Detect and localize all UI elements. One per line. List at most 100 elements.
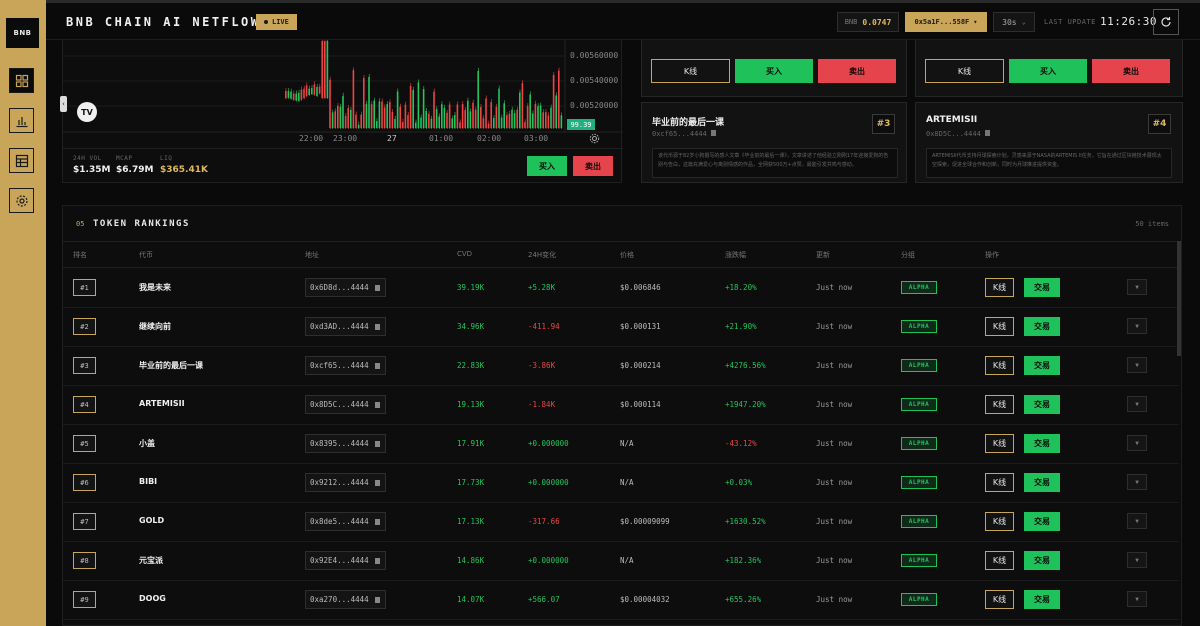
candle-body: [433, 91, 435, 128]
trade-button[interactable]: 交易: [1024, 551, 1060, 570]
token-name[interactable]: 小盖: [139, 438, 155, 449]
expand-row-button[interactable]: ▼: [1127, 513, 1147, 529]
expand-row-button[interactable]: ▼: [1127, 357, 1147, 373]
table-row[interactable]: #6 BIBI 0x9212...4444 17.73K +0.000000 N…: [63, 464, 1179, 503]
table-row[interactable]: #2 继续向前 0xd3AD...4444 34.96K -411.94 $0.…: [63, 308, 1179, 347]
card-sell-button[interactable]: 卖出: [818, 59, 896, 83]
scrollbar[interactable]: [1177, 241, 1181, 356]
candle-body: [417, 82, 420, 128]
refresh-button[interactable]: [1153, 9, 1179, 35]
updated-time: Just now: [816, 595, 853, 604]
trade-button[interactable]: 交易: [1024, 434, 1060, 453]
kline-button[interactable]: K线: [985, 395, 1014, 414]
copy-icon[interactable]: [375, 284, 380, 291]
copy-icon[interactable]: [375, 401, 380, 408]
table-row[interactable]: #5 小盖 0x8395...4444 17.91K +0.000000 N/A…: [63, 425, 1179, 464]
change-24h-value: +566.07: [528, 595, 560, 604]
copy-icon[interactable]: [375, 362, 380, 369]
token-name[interactable]: BIBI: [139, 477, 157, 486]
card-k-button[interactable]: K线: [651, 59, 730, 83]
candle-body: [532, 113, 534, 128]
candle-body: [370, 104, 373, 128]
card-k-button[interactable]: K线: [925, 59, 1004, 83]
chart-settings-icon[interactable]: [589, 133, 600, 144]
token-address[interactable]: 0xa270...4444: [305, 590, 386, 609]
cvd-value: 17.73K: [457, 478, 485, 487]
candle-body: [425, 111, 427, 128]
token-address[interactable]: 0xd3AD...4444: [305, 317, 386, 336]
sidebar-item-settings[interactable]: [9, 188, 34, 213]
expand-row-button[interactable]: ▼: [1127, 474, 1147, 490]
token-name[interactable]: 毕业前的最后一课: [139, 360, 203, 371]
sidebar-item-table[interactable]: [9, 148, 34, 173]
expand-row-button[interactable]: ▼: [1127, 552, 1147, 568]
expand-row-button[interactable]: ▼: [1127, 396, 1147, 412]
table-row[interactable]: #3 毕业前的最后一课 0xcf65...4444 22.83K -3.86K …: [63, 347, 1179, 386]
trade-button[interactable]: 交易: [1024, 278, 1060, 297]
token-address[interactable]: 0x8395...4444: [305, 434, 386, 453]
trade-button[interactable]: 交易: [1024, 395, 1060, 414]
chevron-down-icon: ▼: [1135, 283, 1139, 291]
token-address[interactable]: 0x9212...4444: [305, 473, 386, 492]
kline-button[interactable]: K线: [985, 356, 1014, 375]
token-address[interactable]: 0x8de5...4444: [305, 512, 386, 531]
token-address[interactable]: 0x92E4...4444: [305, 551, 386, 570]
copy-icon[interactable]: [375, 557, 380, 564]
token-card[interactable]: 毕业前的最后一课 0xcf65...4444 #3 该代币源于82岁小狗摄写的感…: [641, 102, 907, 183]
token-name[interactable]: 继续向前: [139, 321, 171, 332]
token-name[interactable]: 我是未来: [139, 282, 171, 293]
trade-button[interactable]: 交易: [1024, 473, 1060, 492]
kline-button[interactable]: K线: [985, 551, 1014, 570]
updated-time: Just now: [816, 478, 853, 487]
token-name[interactable]: 元宝派: [139, 555, 163, 566]
kline-button[interactable]: K线: [985, 317, 1014, 336]
token-name[interactable]: DOOG: [139, 594, 166, 603]
kline-button[interactable]: K线: [985, 473, 1014, 492]
sidebar-item-dashboard[interactable]: [9, 68, 34, 93]
sidebar-item-analytics[interactable]: [9, 108, 34, 133]
copy-icon[interactable]: [375, 440, 380, 447]
trade-button[interactable]: 交易: [1024, 356, 1060, 375]
trade-button[interactable]: 交易: [1024, 590, 1060, 609]
copy-icon[interactable]: [375, 479, 380, 486]
kline-button[interactable]: K线: [985, 590, 1014, 609]
token-card[interactable]: ARTEMISII 0x8D5C...4444 #4 ARTEMISII代币支持…: [915, 102, 1183, 183]
copy-icon[interactable]: [375, 518, 380, 525]
card-buy-button[interactable]: 买入: [1009, 59, 1087, 83]
copy-icon[interactable]: [375, 596, 380, 603]
app-logo[interactable]: BNB: [6, 18, 39, 48]
table-row[interactable]: #4 ARTEMISII 0x8D5C...4444 19.13K -1.84K…: [63, 386, 1179, 425]
trade-button[interactable]: 交易: [1024, 317, 1060, 336]
table-row[interactable]: #8 元宝派 0x92E4...4444 14.86K +0.000000 N/…: [63, 542, 1179, 581]
expand-row-button[interactable]: ▼: [1127, 318, 1147, 334]
refresh-interval-select[interactable]: 30s ⌄: [993, 12, 1035, 32]
trade-button[interactable]: 交易: [1024, 512, 1060, 531]
candlestick-chart[interactable]: [63, 40, 623, 148]
card-sell-button[interactable]: 卖出: [1092, 59, 1170, 83]
copy-icon[interactable]: [711, 130, 717, 136]
table-row[interactable]: #7 GOLD 0x8de5...4444 17.13K -317.66 $0.…: [63, 503, 1179, 542]
chart-buy-button[interactable]: 买入: [527, 156, 567, 176]
card-buy-button[interactable]: 买入: [735, 59, 813, 83]
copy-icon[interactable]: [375, 323, 380, 330]
candle-body: [318, 86, 321, 94]
expand-row-button[interactable]: ▼: [1127, 591, 1147, 607]
col-cvd: CVD: [457, 250, 473, 258]
copy-icon[interactable]: [985, 130, 991, 136]
kline-button[interactable]: K线: [985, 278, 1014, 297]
expand-row-button[interactable]: ▼: [1127, 279, 1147, 295]
token-name[interactable]: GOLD: [139, 516, 164, 525]
token-address[interactable]: 0x8D5C...4444: [305, 395, 386, 414]
token-name[interactable]: ARTEMISII: [139, 399, 185, 408]
token-address[interactable]: 0x6D8d...4444: [305, 278, 386, 297]
kline-button[interactable]: K线: [985, 434, 1014, 453]
chart-collapse-handle[interactable]: ‹: [60, 96, 67, 112]
table-row[interactable]: #1 我是未来 0x6D8d...4444 39.19K +5.28K $0.0…: [63, 269, 1179, 308]
token-address[interactable]: 0xcf65...4444: [305, 356, 386, 375]
kline-button[interactable]: K线: [985, 512, 1014, 531]
expand-row-button[interactable]: ▼: [1127, 435, 1147, 451]
table-row[interactable]: #9 DOOG 0xa270...4444 14.07K +566.07 $0.…: [63, 581, 1179, 620]
chart-sell-button[interactable]: 卖出: [573, 156, 613, 176]
wallet-button[interactable]: 0x5a1F...558F ▾: [905, 12, 987, 32]
price-value: $0.00009099: [620, 517, 670, 526]
